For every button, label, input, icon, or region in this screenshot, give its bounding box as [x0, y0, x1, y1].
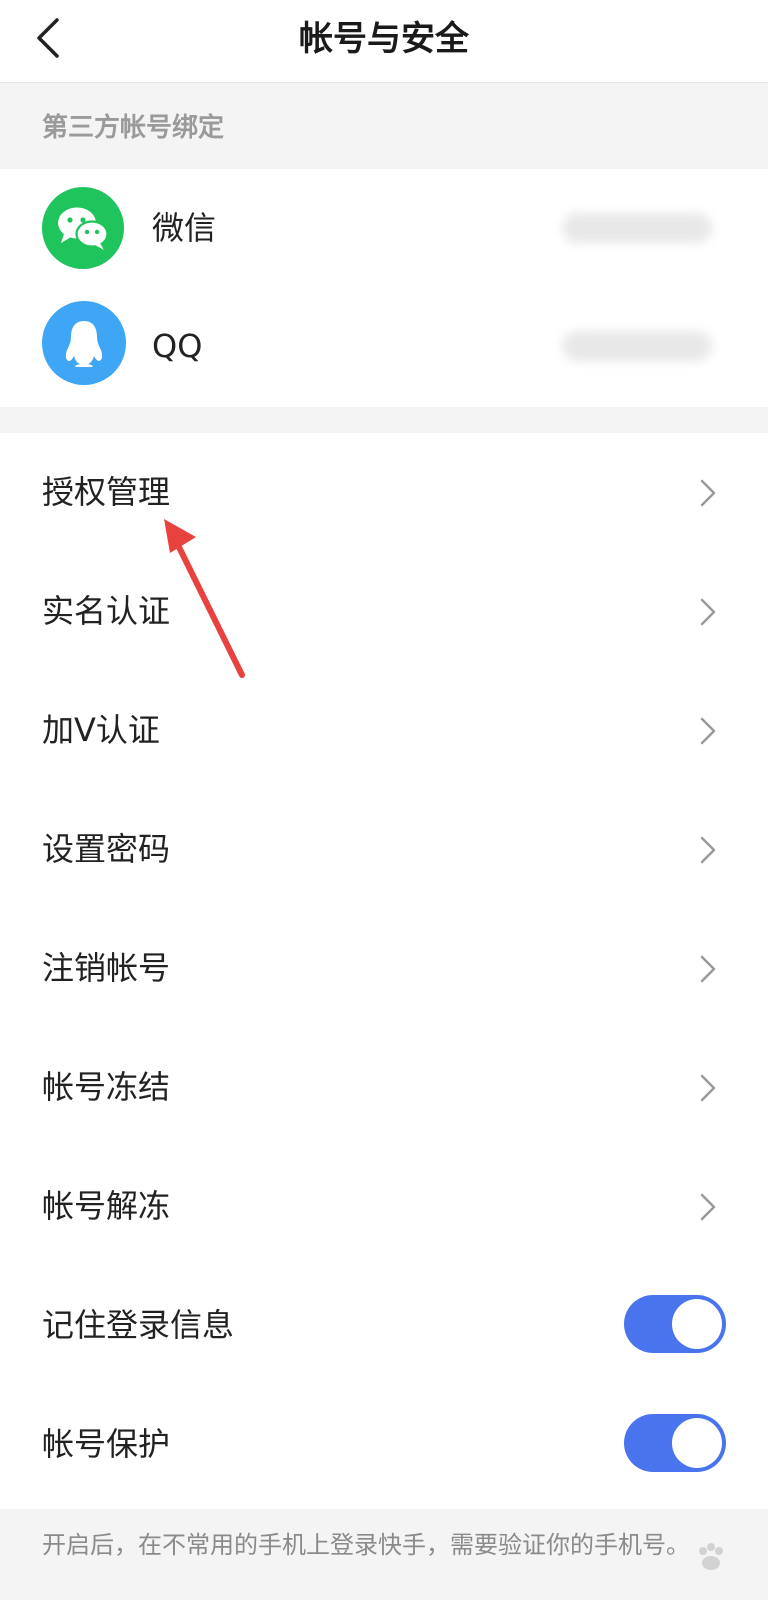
- menu-item-account-protection: 帐号保护: [0, 1385, 768, 1504]
- wechat-account-id-redacted: [562, 213, 712, 243]
- menu-item-label: 帐号解冻: [42, 1187, 171, 1225]
- wechat-label: 微信: [152, 209, 217, 247]
- chevron-right-icon: [700, 598, 716, 626]
- wechat-account-row[interactable]: 微信: [0, 169, 768, 287]
- chevron-right-icon: [700, 717, 716, 745]
- menu-item-set-password[interactable]: 设置密码: [0, 790, 768, 909]
- qq-account-id-redacted: [562, 331, 712, 361]
- menu-item-label: 帐号冻结: [42, 1068, 171, 1106]
- third-party-accounts: 微信 QQ: [0, 169, 768, 407]
- chevron-right-icon: [700, 479, 716, 507]
- chevron-right-icon: [700, 955, 716, 983]
- settings-menu: 授权管理 实名认证 加V认证 设置密码 注销帐号 帐号冻结 帐号解冻 记住登录信…: [0, 433, 768, 1509]
- protection-description: 开启后，在不常用的手机上登录快手，需要验证你的手机号。: [42, 1531, 690, 1559]
- footer-note: 开启后，在不常用的手机上登录快手，需要验证你的手机号。: [0, 1509, 768, 1600]
- top-bar: 帐号与安全: [0, 0, 768, 83]
- chevron-right-icon: [700, 836, 716, 864]
- qq-label: QQ: [152, 327, 203, 365]
- section-divider: [0, 407, 768, 433]
- toggle-knob: [672, 1299, 722, 1349]
- third-party-section-header: 第三方帐号绑定: [0, 83, 768, 169]
- menu-item-freeze-account[interactable]: 帐号冻结: [0, 1028, 768, 1147]
- menu-item-v-verification[interactable]: 加V认证: [0, 671, 768, 790]
- qq-account-row[interactable]: QQ: [0, 287, 768, 405]
- section-title: 第三方帐号绑定: [42, 113, 225, 143]
- menu-item-authorization[interactable]: 授权管理: [0, 433, 768, 552]
- wechat-icon: [42, 187, 124, 269]
- paw-logo-icon: [699, 1543, 723, 1570]
- qq-penguin-icon: [42, 301, 126, 385]
- page-title: 帐号与安全: [299, 19, 469, 59]
- chevron-right-icon: [700, 1193, 716, 1221]
- menu-item-label: 记住登录信息: [42, 1306, 235, 1344]
- menu-item-label: 注销帐号: [42, 949, 171, 987]
- menu-item-remember-login: 记住登录信息: [0, 1266, 768, 1385]
- remember-login-toggle[interactable]: [624, 1295, 726, 1353]
- menu-item-real-name[interactable]: 实名认证: [0, 552, 768, 671]
- annotation-arrow-icon: [164, 519, 245, 678]
- menu-item-label: 加V认证: [42, 711, 160, 749]
- menu-item-label: 设置密码: [42, 830, 171, 868]
- menu-item-cancel-account[interactable]: 注销帐号: [0, 909, 768, 1028]
- toggle-knob: [672, 1418, 722, 1468]
- menu-item-unfreeze-account[interactable]: 帐号解冻: [0, 1147, 768, 1266]
- menu-item-label: 帐号保护: [42, 1425, 171, 1463]
- watermark-logo: [694, 1540, 728, 1574]
- chevron-right-icon: [700, 1074, 716, 1102]
- account-protection-toggle[interactable]: [624, 1414, 726, 1472]
